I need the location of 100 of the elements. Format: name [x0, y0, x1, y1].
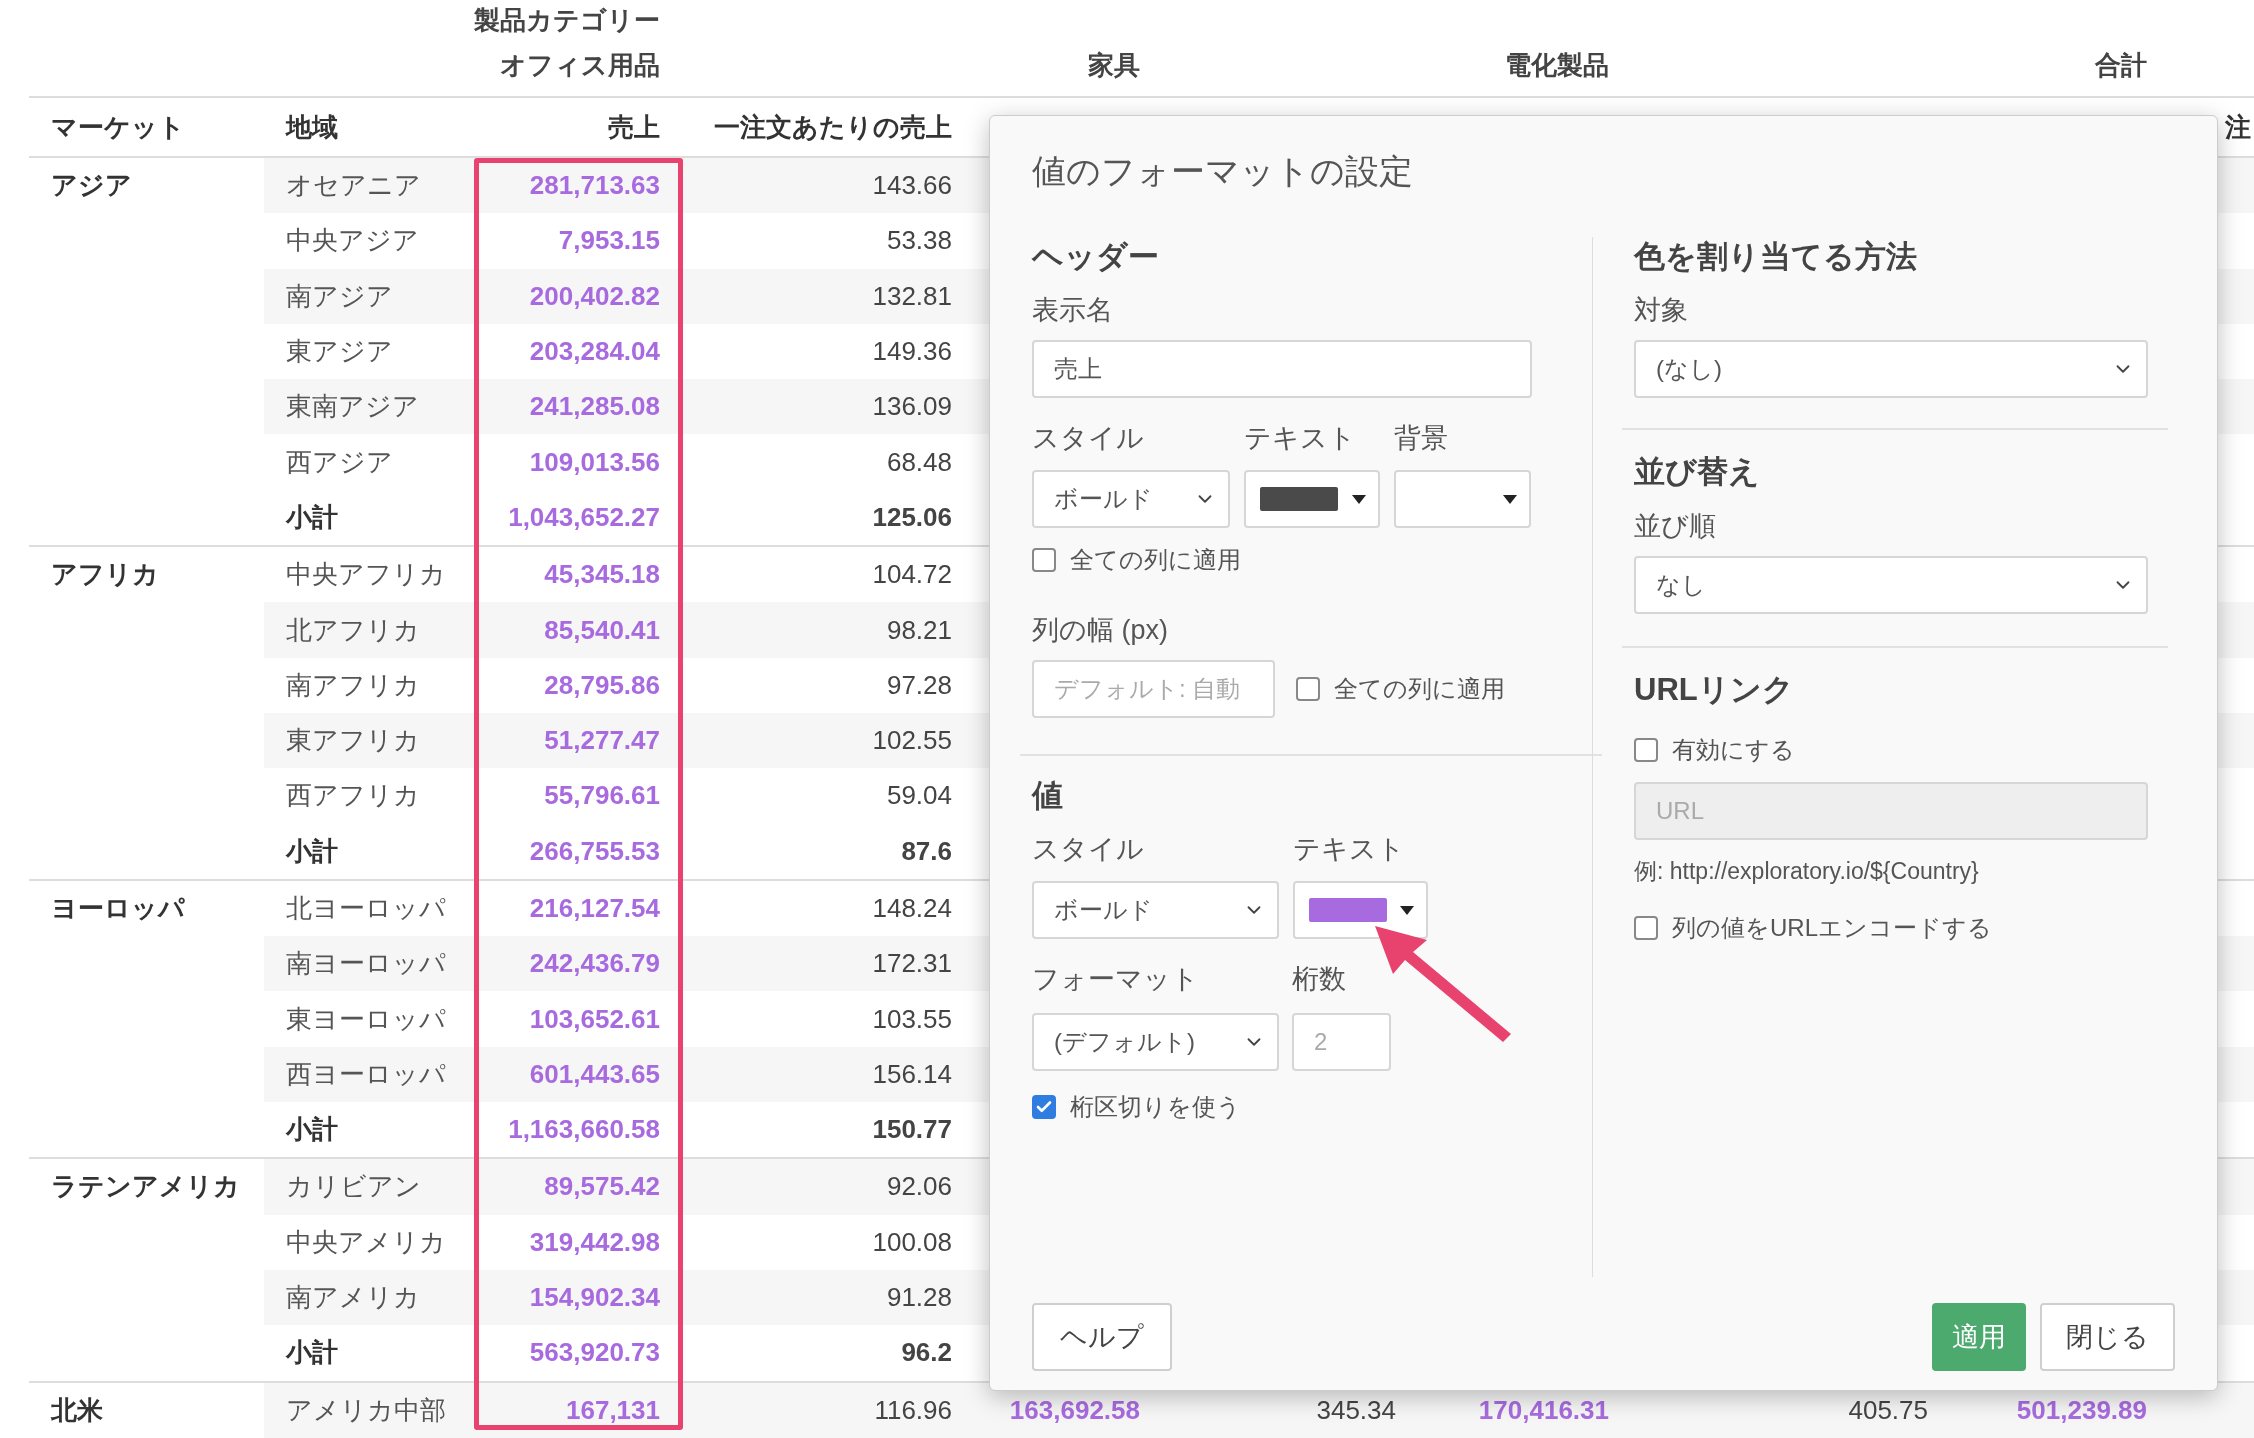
region-cell-text: 南アフリカ	[285, 668, 421, 702]
section-heading: 色を割り当てる方法	[1634, 238, 1918, 276]
sales-cell-text: 89,575.42	[543, 1171, 661, 1203]
sales-cell-text: 563,920.73	[528, 1337, 661, 1369]
color-picker[interactable]	[1293, 881, 1428, 939]
display-name-field[interactable]: 売上	[1032, 340, 1532, 398]
color-picker[interactable]	[1244, 470, 1380, 528]
per-order-cell-text: 405.75	[1847, 1394, 1929, 1426]
region-cell-text: 東南アジア	[285, 390, 420, 424]
checkbox-label: 列の値をURLエンコードする	[1672, 913, 1992, 943]
per-order-cell-text: 97.28	[885, 669, 953, 701]
checkbox-label: 有効にする	[1672, 735, 1795, 765]
select-dropdown[interactable]: (デフォルト)	[1032, 1013, 1279, 1071]
sales-cell-text: 170,416.31	[1477, 1394, 1610, 1426]
per-order-cell-text: 116.96	[873, 1394, 953, 1426]
checkbox[interactable]: 全ての列に適用	[1032, 544, 1241, 576]
color-picker[interactable]	[1394, 470, 1531, 528]
region-cell-text: オセアニア	[285, 169, 422, 203]
sales-cell-text: 28,795.86	[543, 669, 661, 701]
sales-cell-text: 1,043,652.27	[507, 501, 661, 533]
per-order-cell-text: 102.55	[871, 725, 953, 757]
section-heading: 値	[1032, 777, 1063, 815]
region-cell-text: 北アフリカ	[285, 613, 421, 647]
digits-field[interactable]: 2	[1292, 1013, 1391, 1071]
market-cell-text: アフリカ	[50, 558, 160, 592]
market-cell-text: 北米	[49, 1393, 104, 1427]
field-label: 並び順	[1634, 510, 1717, 543]
checkbox-label: 全ての列に適用	[1070, 545, 1241, 575]
sales-cell-text: 241,285.08	[528, 391, 661, 423]
header-group-label: 製品カテゴリー	[473, 3, 661, 37]
sales-cell-text: 163,692.58	[1008, 1394, 1141, 1426]
select-dropdown[interactable]: ボールド	[1032, 881, 1279, 939]
column-header: 一注文あたりの売上	[713, 110, 953, 144]
per-order-cell-text: 100.08	[871, 1226, 953, 1258]
checkbox-box[interactable]	[1634, 738, 1658, 762]
per-order-cell-text: 345.34	[1315, 1394, 1397, 1426]
sales-cell-text: 7,953.15	[557, 225, 661, 257]
region-cell-text: アメリカ中部	[285, 1393, 447, 1427]
column-group-header: 合計	[2094, 48, 2148, 82]
checkbox-box[interactable]	[1634, 916, 1658, 940]
per-order-cell-text: 136.09	[871, 391, 953, 423]
sales-cell-text: 242,436.79	[528, 948, 661, 980]
select-dropdown[interactable]: なし	[1634, 556, 2148, 614]
per-order-cell-text: 125.06	[871, 501, 953, 533]
checkbox[interactable]: 有効にする	[1634, 734, 2148, 766]
sales-cell-text: 167,131	[565, 1394, 661, 1426]
sales-cell-text: 51,277.47	[543, 725, 661, 757]
select-dropdown[interactable]: (なし)	[1634, 340, 2148, 398]
per-order-cell-text: 59.04	[885, 780, 953, 812]
market-cell-text: ヨーロッパ	[50, 892, 186, 925]
field-label: 背景	[1394, 422, 1449, 455]
checkbox[interactable]: 桁区切りを使う	[1032, 1091, 1241, 1123]
region-cell-text: 西ヨーロッパ	[285, 1057, 447, 1091]
column-header: 地域	[284, 110, 339, 144]
example-text: 例: http://exploratory.io/${Country}	[1634, 857, 1980, 886]
checkbox-label: 全ての列に適用	[1334, 674, 1505, 704]
per-order-cell-text: 149.36	[871, 336, 953, 368]
sales-cell-text: 216,127.54	[528, 893, 661, 924]
field-label: 対象	[1634, 294, 1689, 327]
region-cell-text: 東アフリカ	[285, 724, 421, 758]
section-heading: ヘッダー	[1032, 238, 1159, 276]
field-label: テキスト	[1244, 422, 1357, 455]
region-cell-text: 小計	[284, 1113, 339, 1147]
per-order-cell-text: 132.81	[871, 280, 953, 312]
sales-cell-text: 85,540.41	[543, 614, 661, 646]
section-heading: URLリンク	[1634, 671, 1795, 709]
checkbox-box[interactable]	[1032, 1095, 1056, 1119]
checkbox-box[interactable]	[1032, 548, 1056, 572]
region-cell-text: 中央アフリカ	[285, 558, 447, 592]
per-order-cell-text: 150.77	[871, 1114, 953, 1146]
checkbox-box[interactable]	[1296, 677, 1320, 701]
region-cell-text: 小計	[284, 500, 339, 534]
sales-cell-text: 501,239.89	[2015, 1394, 2148, 1426]
region-cell-text: 西アフリカ	[285, 779, 421, 813]
region-cell-text: 中央アジア	[285, 224, 420, 258]
region-cell-text: 東アジア	[285, 335, 394, 369]
per-order-cell-text: 104.72	[871, 559, 953, 591]
region-cell-text: 南アジア	[285, 279, 394, 313]
help-button[interactable]: ヘルプ	[1032, 1303, 1172, 1371]
close-button[interactable]: 閉じる	[2040, 1303, 2175, 1371]
select-dropdown[interactable]: ボールド	[1032, 470, 1230, 528]
column-width-field[interactable]: デフォルト: 自動	[1032, 660, 1275, 718]
region-cell-text: 西アジア	[285, 445, 394, 479]
per-order-cell-text: 103.55	[871, 1003, 953, 1035]
field-label: 桁数	[1292, 963, 1347, 996]
checkbox[interactable]: 全ての列に適用	[1296, 673, 1505, 705]
region-cell-text: カリビアン	[285, 1170, 422, 1204]
sales-cell-text: 154,902.34	[528, 1282, 661, 1314]
column-header: 売上	[607, 110, 661, 144]
checkbox-label: 桁区切りを使う	[1070, 1092, 1241, 1122]
field-label: スタイル	[1032, 422, 1145, 455]
section-heading: 並び替え	[1634, 453, 1761, 491]
region-cell-text: 東ヨーロッパ	[285, 1002, 447, 1036]
market-cell-text: ラテンアメリカ	[50, 1170, 241, 1204]
region-cell-text: 南アメリカ	[285, 1281, 421, 1315]
dialog-title: 値のフォーマットの設定	[1032, 151, 1414, 192]
region-cell-text: 小計	[284, 1336, 339, 1370]
field-label: 表示名	[1032, 294, 1113, 327]
checkbox[interactable]: 列の値をURLエンコードする	[1634, 912, 2148, 944]
caret-icon	[1352, 494, 1366, 504]
